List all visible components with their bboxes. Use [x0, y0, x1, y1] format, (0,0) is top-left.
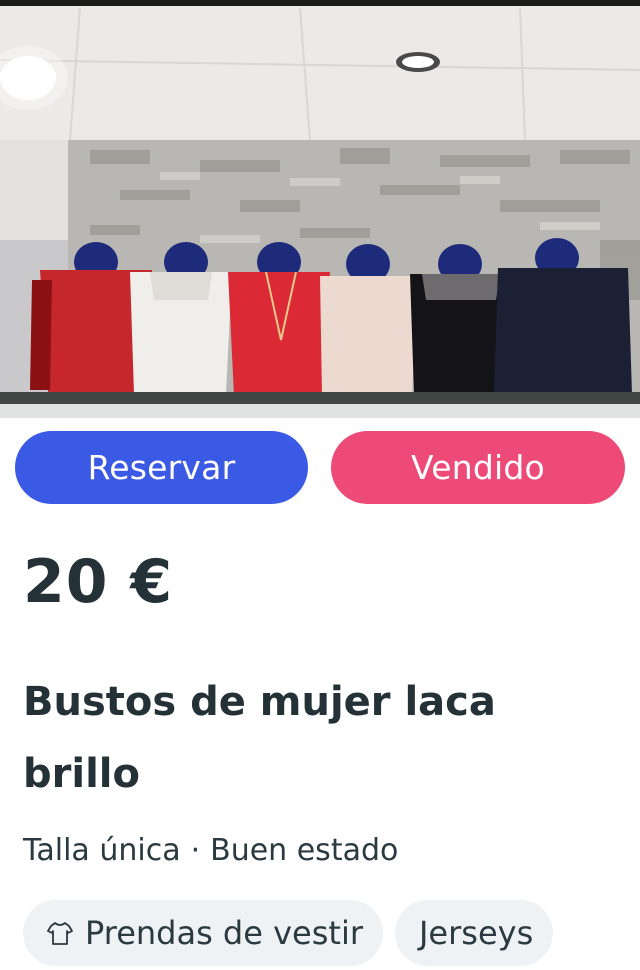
product-photo[interactable] — [0, 0, 640, 418]
reserve-button[interactable]: Reservar — [15, 431, 308, 504]
category-chip-label: Jerseys — [418, 914, 534, 952]
sold-button[interactable]: Vendido — [331, 431, 625, 504]
condition-label: Buen estado — [210, 833, 399, 868]
sold-button-label: Vendido — [411, 448, 545, 487]
category-chip-label: Prendas de vestir — [85, 914, 363, 952]
category-chip-sweaters[interactable]: Jerseys — [394, 900, 554, 966]
reserve-button-label: Reservar — [87, 448, 236, 487]
size-label: Talla única — [23, 833, 181, 868]
separator: · — [190, 833, 201, 868]
product-photo-image — [0, 0, 640, 418]
listing-price: 20 € — [23, 547, 174, 617]
listing-title: Bustos de mujer laca brillo — [23, 679, 496, 797]
listing-details: Talla única · Buen estado — [23, 834, 398, 867]
category-chip-clothing[interactable]: Prendas de vestir — [23, 900, 383, 966]
shirt-icon — [47, 922, 73, 945]
category-chips: Prendas de vestir Jerseys — [23, 900, 554, 970]
